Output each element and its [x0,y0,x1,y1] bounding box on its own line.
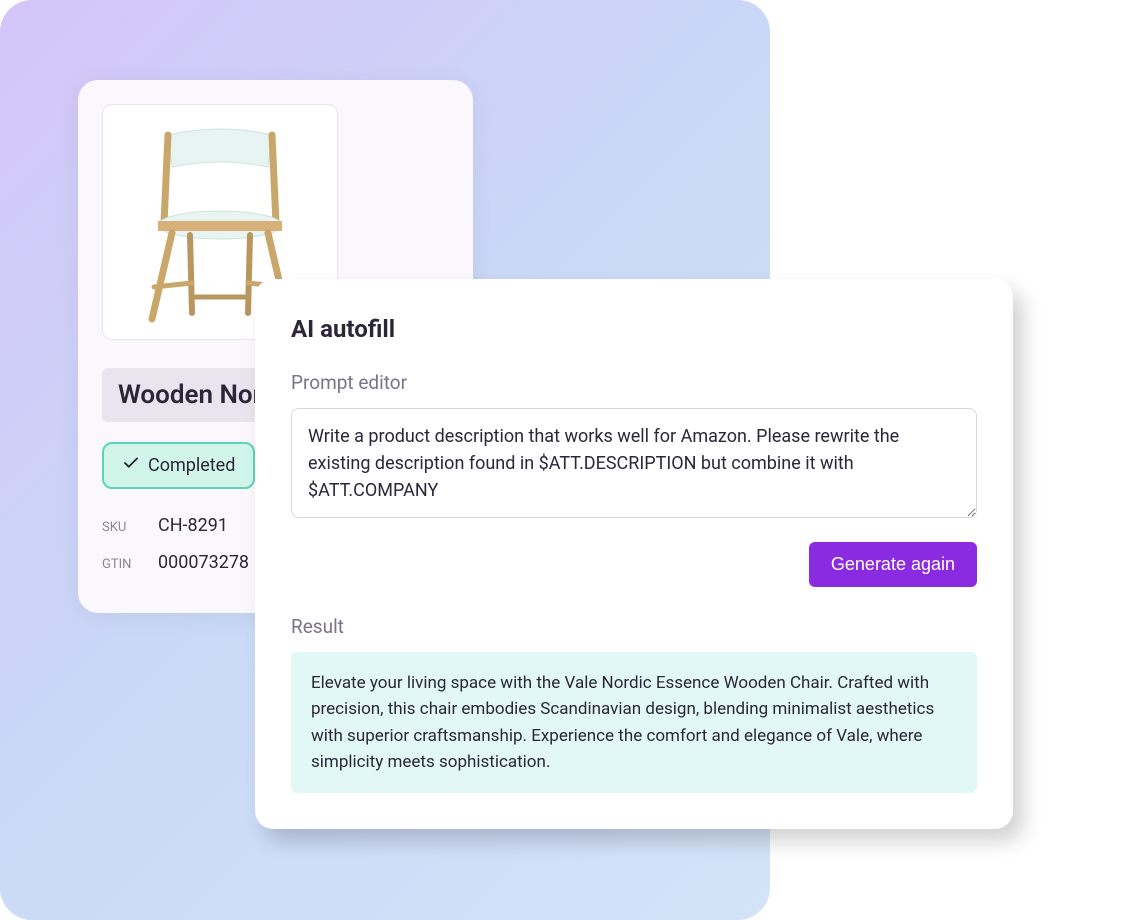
result-box: Elevate your living space with the Vale … [291,652,977,793]
gtin-value: 000073278 [158,552,249,573]
autofill-title: AI autofill [291,315,977,343]
check-icon [122,454,140,477]
prompt-textarea[interactable] [291,408,977,518]
gtin-label: GTIN [102,557,142,572]
sku-label: SKU [102,520,142,535]
ai-autofill-panel: AI autofill Prompt editor Generate again… [255,279,1013,829]
prompt-editor-label: Prompt editor [291,371,977,394]
result-label: Result [291,615,977,638]
generate-again-button[interactable]: Generate again [809,542,977,587]
status-label: Completed [148,455,235,476]
status-badge: Completed [102,442,255,489]
button-row: Generate again [291,542,977,587]
sku-value: CH-8291 [158,515,228,536]
